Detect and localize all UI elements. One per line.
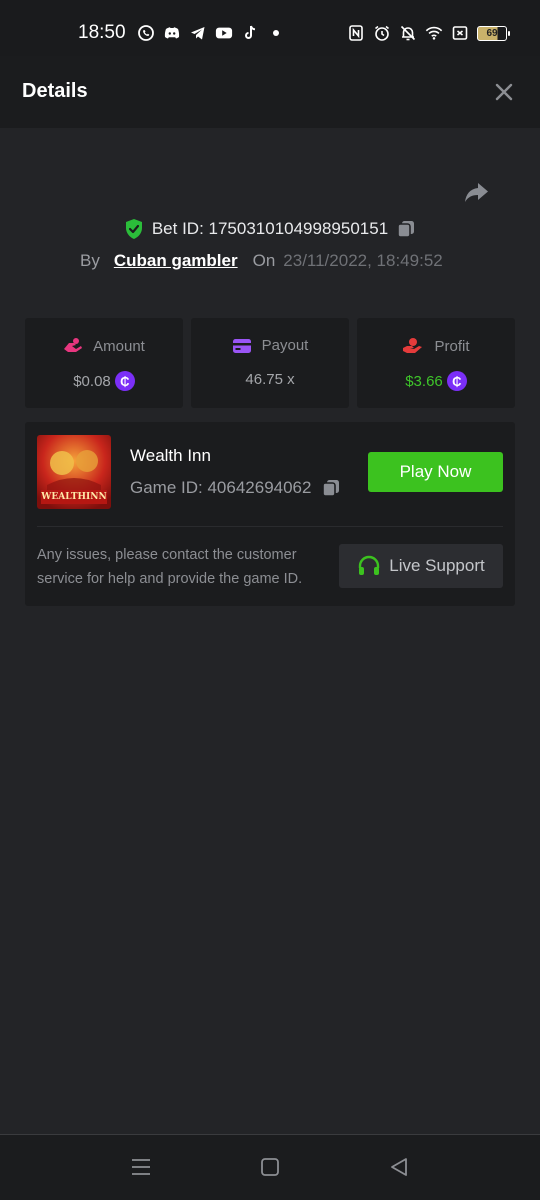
notification-icons — [137, 24, 285, 42]
game-card: WEALTHINN Wealth Inn Game ID: 4064269406… — [25, 422, 515, 606]
status-bar: 18:50 69 — [0, 0, 540, 56]
nfc-icon — [347, 24, 365, 42]
username-link[interactable]: Cuban gambler — [114, 251, 238, 271]
divider — [37, 526, 503, 527]
game-id: Game ID: 40642694062 — [130, 478, 312, 497]
bet-id: Bet ID: 1750310104998950151 — [151, 219, 389, 238]
close-icon[interactable] — [492, 80, 516, 104]
live-support-button[interactable]: Live Support — [339, 544, 503, 588]
discord-icon — [163, 24, 181, 42]
battery-icon: 69 — [477, 25, 510, 41]
amount-label: Amount — [93, 337, 145, 355]
back-icon[interactable] — [388, 1156, 410, 1178]
amount-card: Amount $0.08 ₵ — [25, 318, 183, 408]
system-icons: 69 — [347, 24, 510, 42]
whatsapp-icon — [137, 24, 155, 42]
profit-value: $3.66 — [405, 372, 443, 390]
alarm-icon — [373, 24, 391, 42]
amount-icon — [63, 337, 83, 355]
wifi-icon — [425, 24, 443, 42]
copy-game-id-icon[interactable] — [321, 478, 341, 498]
play-now-button[interactable]: Play Now — [368, 452, 503, 492]
page-title: Details — [22, 80, 88, 102]
telegram-icon — [189, 24, 207, 42]
game-thumb-title: WEALTHINN — [41, 492, 107, 502]
bet-meta-row: By Cuban gambler On 23/11/2022, 18:49:52 — [80, 250, 443, 272]
help-text: Any issues, please contact the customer … — [37, 547, 303, 587]
sim-off-icon — [451, 24, 469, 42]
youtube-icon — [215, 24, 233, 42]
profit-icon — [402, 337, 424, 355]
shield-check-icon — [124, 218, 144, 240]
amount-value: $0.08 — [73, 372, 111, 390]
live-support-label: Live Support — [389, 556, 485, 575]
coin-icon: ₵ — [446, 371, 467, 391]
dot-icon — [267, 24, 285, 42]
game-id-row: Game ID: 40642694062 — [130, 478, 341, 498]
game-thumbnail[interactable]: WEALTHINN — [37, 435, 111, 509]
payout-card: Payout 46.75 x — [191, 318, 349, 408]
headset-icon — [357, 554, 381, 578]
bet-stats: Amount $0.08 ₵ Payout 46.75 x Profit $3.… — [25, 318, 515, 408]
system-nav-bar — [0, 1134, 540, 1200]
coin-icon: ₵ — [114, 371, 135, 391]
on-label: On — [252, 251, 276, 270]
payout-value: 46.75 x — [245, 371, 295, 388]
copy-bet-id-icon[interactable] — [396, 219, 416, 239]
by-label: By — [80, 251, 100, 270]
payout-icon — [232, 338, 252, 354]
game-name[interactable]: Wealth Inn — [130, 446, 211, 466]
menu-icon[interactable] — [130, 1156, 152, 1178]
profit-card: Profit $3.66 ₵ — [357, 318, 515, 408]
profit-label: Profit — [434, 337, 470, 355]
bet-id-row: Bet ID: 1750310104998950151 — [0, 216, 540, 242]
share-icon[interactable] — [462, 178, 490, 206]
bell-muted-icon — [399, 24, 417, 42]
payout-label: Payout — [261, 337, 309, 354]
details-header: Details — [0, 56, 540, 128]
home-icon[interactable] — [259, 1156, 281, 1178]
tiktok-icon — [241, 24, 259, 42]
bet-date: 23/11/2022, 18:49:52 — [283, 251, 443, 270]
status-time: 18:50 — [78, 22, 126, 43]
